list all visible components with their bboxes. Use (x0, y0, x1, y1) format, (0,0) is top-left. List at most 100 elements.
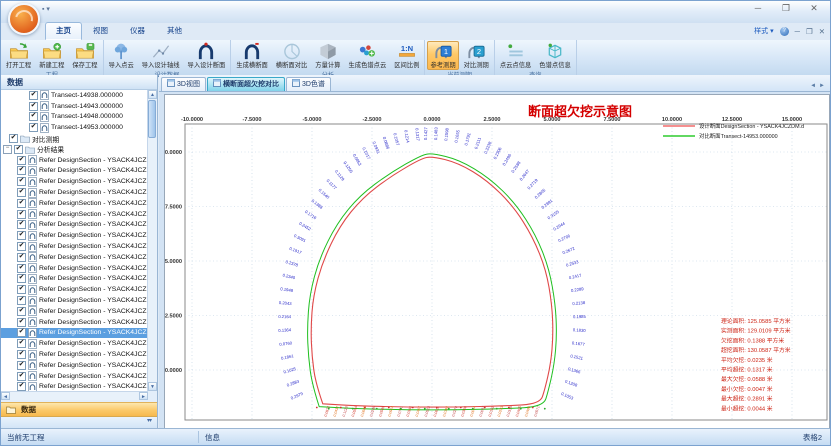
button-点云点信息[interactable]: 点云点信息 (497, 41, 534, 70)
tree-horizontal-scrollbar[interactable]: ◄ ► (1, 391, 148, 400)
button-打开工程[interactable]: 打开工程 (3, 41, 34, 70)
tab-scroll-right-icon[interactable]: ► (819, 83, 825, 89)
window-close-button[interactable]: ✕ (808, 3, 820, 14)
app-logo-icon[interactable] (8, 3, 40, 35)
tree-item-refer-section[interactable]: ✔Refer DesignSection - YSACK4JCZDN (1, 274, 148, 285)
checkbox[interactable]: ✔ (17, 264, 26, 273)
tree-item-transect[interactable]: ✔Transect-14943.000000 (1, 101, 148, 112)
tree-item-refer-section[interactable]: ✔Refer DesignSection - YSACK4JCZDN (1, 220, 148, 231)
checkbox[interactable]: ✔ (17, 285, 26, 294)
tree-vertical-scrollbar[interactable]: ▲ ▼ (147, 90, 157, 391)
data-panel-tab[interactable]: 数据 (1, 402, 157, 417)
tree-item-transect[interactable]: ✔Transect-14938.000000 (1, 90, 148, 101)
tree-item-refer-section[interactable]: ✔Refer DesignSection - YSACK4JCZDN (1, 360, 148, 371)
quick-access-toolbar[interactable]: ▪ ▾ (42, 5, 50, 13)
tree-item-refer-section[interactable]: ✔Refer DesignSection - YSACK4JCZDN (1, 187, 148, 198)
mdi-minimize-button[interactable]: ─ (795, 27, 800, 36)
mdi-close-button[interactable]: ✕ (819, 27, 825, 36)
tab-scroll-left-icon[interactable]: ◄ (810, 83, 816, 89)
button-新建工程[interactable]: 新建工程 (36, 41, 67, 70)
ribbon-tab-主页[interactable]: 主页 (45, 22, 82, 40)
doc-tab-3D色谱[interactable]: 3D色谱 (286, 77, 331, 91)
tree-item-refer-section[interactable]: ✔Refer DesignSection - YSACK4JCZDN (1, 295, 148, 306)
checkbox[interactable]: ✔ (17, 220, 26, 229)
tree-item-transect[interactable]: ✔Transect-14953.000000 (1, 122, 148, 133)
checkbox[interactable]: ✔ (17, 188, 26, 197)
checkbox[interactable]: ✔ (17, 328, 26, 337)
checkbox[interactable]: ✔ (17, 307, 26, 316)
vscroll-thumb[interactable] (148, 100, 156, 138)
tree-item-compare-period[interactable]: ✔对比测期 (1, 133, 148, 144)
tree-item-refer-section[interactable]: ✔Refer DesignSection - YSACK4JCZDN (1, 209, 148, 220)
tree-item-refer-section[interactable]: ✔Refer DesignSection - YSACK4JCZDN (1, 241, 148, 252)
tree-item-refer-section[interactable]: ✔Refer DesignSection - YSACK4JCZDN (1, 230, 148, 241)
checkbox[interactable]: ✔ (17, 339, 26, 348)
checkbox[interactable]: ✔ (17, 177, 26, 186)
checkbox[interactable]: ✔ (17, 242, 26, 251)
doc-tab-横断面超欠挖对比[interactable]: 横断面超欠挖对比 (207, 77, 285, 91)
checkbox[interactable]: ✔ (17, 296, 26, 305)
button-导入点云[interactable]: 导入点云 (106, 41, 137, 70)
ribbon-tab-视图[interactable]: 视图 (82, 22, 119, 40)
tree-item-refer-section[interactable]: ✔Refer DesignSection - YSACK4JCZDN (1, 166, 148, 177)
tree-item-refer-section[interactable]: ✔Refer DesignSection - YSACK4JCZDN (1, 349, 148, 360)
ribbon-tab-仪器[interactable]: 仪器 (119, 22, 156, 40)
scroll-left-icon[interactable]: ◄ (1, 392, 10, 400)
tree-item-refer-section[interactable]: ✔Refer DesignSection - YSACK4JCZDN (1, 317, 148, 328)
checkbox[interactable]: ✔ (29, 91, 38, 100)
tree-item-refer-section[interactable]: ✔Refer DesignSection - YSACK4JCZDN (1, 252, 148, 263)
button-导入设计断面[interactable]: 导入设计断面 (185, 41, 229, 70)
checkbox[interactable]: ✔ (17, 372, 26, 381)
help-icon[interactable]: ? (780, 27, 789, 36)
button-保存工程[interactable]: 保存工程 (69, 41, 100, 70)
tree-item-refer-section[interactable]: ✔Refer DesignSection - YSACK4JCZDN (1, 328, 148, 339)
window-restore-button[interactable]: ❐ (780, 3, 792, 14)
collapse-icon[interactable]: − (3, 145, 12, 154)
ribbon-tab-其他[interactable]: 其他 (156, 22, 193, 40)
tree-item-refer-section[interactable]: ✔Refer DesignSection - YSACK4JCZDN (1, 198, 148, 209)
checkbox[interactable]: ✔ (17, 156, 26, 165)
tree-item-refer-section[interactable]: ✔Refer DesignSection - YSACK4JCZDN (1, 176, 148, 187)
checkbox[interactable]: ✔ (17, 199, 26, 208)
tree-item-refer-section[interactable]: ✔Refer DesignSection - YSACK4JCZDN (1, 338, 148, 349)
checkbox[interactable]: ✔ (29, 102, 38, 111)
checkbox[interactable]: ✔ (17, 274, 26, 283)
doc-tab-3D视图[interactable]: 3D视图 (161, 77, 206, 91)
checkbox[interactable]: ✔ (14, 145, 23, 154)
button-生成横断面[interactable]: 生成横断面 (233, 41, 270, 70)
checkbox[interactable]: ✔ (17, 210, 26, 219)
button-横断面对比[interactable]: 横断面对比 (273, 41, 310, 70)
window-minimize-button[interactable]: ─ (752, 3, 764, 14)
checkbox[interactable]: ✔ (29, 112, 38, 121)
cross-section-chart[interactable]: -10.0000-7.5000-5.0000-2.50000.00002.500… (164, 94, 830, 430)
button-区间比例[interactable]: 1:N区间比例 (391, 41, 422, 70)
button-色谱点信息[interactable]: 色谱点信息 (536, 41, 573, 70)
checkbox[interactable]: ✔ (17, 361, 26, 370)
checkbox[interactable]: ✔ (17, 318, 26, 327)
checkbox[interactable]: ✔ (29, 123, 38, 132)
tree-item-refer-section[interactable]: ✔Refer DesignSection - YSACK4JCZDN (1, 284, 148, 295)
tree-item-transect[interactable]: ✔Transect-14948.000000 (1, 112, 148, 123)
tree-item-refer-section[interactable]: ✔Refer DesignSection - YSACK4JCZDN (1, 155, 148, 166)
scroll-up-icon[interactable]: ▲ (148, 90, 157, 99)
tree-item-analysis-result[interactable]: −✔分析结果 (1, 144, 148, 155)
style-dropdown[interactable]: 样式 ▾ (754, 26, 773, 36)
button-方量计算[interactable]: 方量计算 (312, 41, 343, 70)
checkbox[interactable]: ✔ (17, 253, 26, 262)
checkbox[interactable]: ✔ (17, 350, 26, 359)
checkbox[interactable]: ✔ (17, 382, 26, 391)
scroll-down-icon[interactable]: ▼ (148, 382, 157, 391)
tree-item-refer-section[interactable]: ✔Refer DesignSection - YSACK4JCZDN (1, 263, 148, 274)
button-对比测期[interactable]: 2对比测期 (461, 41, 492, 70)
checkbox[interactable]: ✔ (17, 166, 26, 175)
mdi-restore-button[interactable]: ❐ (806, 27, 813, 36)
checkbox[interactable]: ✔ (9, 134, 18, 143)
button-导入设计轴线[interactable]: 导入设计轴线 (139, 41, 183, 70)
button-参考测期[interactable]: 1参考测期 (427, 41, 458, 70)
scroll-right-icon[interactable]: ► (139, 392, 148, 400)
tree-item-refer-section[interactable]: ✔Refer DesignSection - YSACK4JCZDN (1, 371, 148, 382)
button-生成色谱点云[interactable]: 生成色谱点云 (345, 41, 389, 70)
tree-item-refer-section[interactable]: ✔Refer DesignSection - YSACK4JCZDN (1, 382, 148, 391)
tree-item-refer-section[interactable]: ✔Refer DesignSection - YSACK4JCZDN (1, 306, 148, 317)
checkbox[interactable]: ✔ (17, 231, 26, 240)
